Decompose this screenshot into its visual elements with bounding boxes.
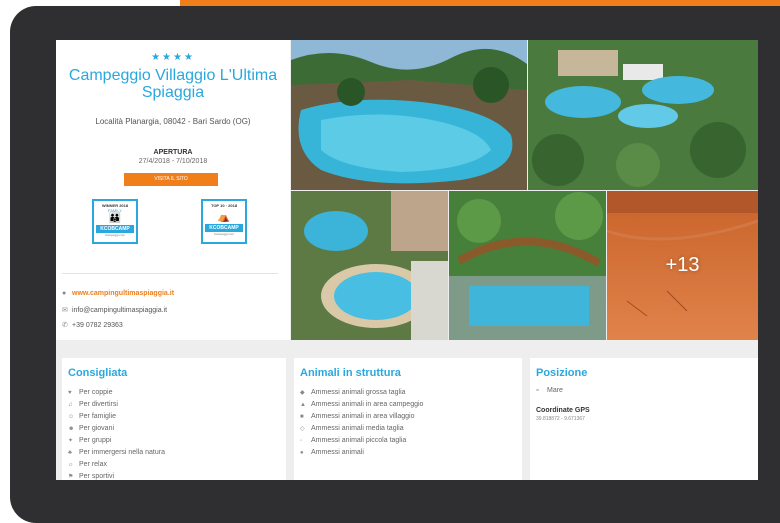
gallery-photo-beach[interactable]: +13 bbox=[607, 191, 758, 340]
badge-brand: KCOBCAMP bbox=[96, 225, 134, 233]
consigliata-card: Consigliata ♥ Per coppie ♫ Per divertirsi … bbox=[62, 358, 286, 480]
sport-icon: ⚑ bbox=[68, 474, 74, 480]
paw-icon: ● bbox=[300, 450, 304, 456]
sea-position: ≈ Mare bbox=[536, 387, 563, 394]
phone-icon: ✆ bbox=[62, 322, 68, 329]
posizione-card: Posizione ≈ Mare Coordinate GPS 39.81887… bbox=[530, 358, 758, 480]
tablet-screen: ★★★★ Campeggio Villaggio L'Ultima Spiagg… bbox=[56, 40, 758, 480]
website-text: www.campingultimaspiaggia.it bbox=[72, 290, 175, 297]
dog-large-icon: ◆ bbox=[300, 390, 305, 396]
visit-site-button[interactable]: VISITA IL SITO bbox=[124, 173, 218, 186]
list-item: ■ Ammessi animali in area villaggio bbox=[300, 411, 423, 423]
family-icon: 👪 bbox=[108, 213, 122, 224]
list-item: ◇ Ammessi animali media taglia bbox=[300, 423, 423, 435]
email-link[interactable]: ✉ info@campingultimaspiaggia.it bbox=[62, 306, 168, 315]
list-item: ⚑ Per sportivi bbox=[68, 471, 165, 480]
list-item: ♣ Per immergersi nella natura bbox=[68, 447, 165, 459]
globe-icon: ● bbox=[62, 290, 67, 297]
consigliata-list: ♥ Per coppie ♫ Per divertirsi ☺ Per famigli… bbox=[68, 387, 165, 480]
consigliata-title: Consigliata bbox=[68, 367, 128, 379]
posizione-title: Posizione bbox=[536, 367, 588, 379]
campsite-address: Località Planargia, 08042 - Bari Sardo (… bbox=[95, 117, 251, 126]
animali-list: ◆ Ammessi animali grossa taglia ▲ Ammessi … bbox=[300, 387, 423, 459]
list-item: ☼ Per relax bbox=[68, 459, 165, 471]
couple-icon: ♥ bbox=[68, 390, 72, 396]
badge-sub-text: Campeggi.com bbox=[104, 233, 126, 237]
campsite-title: Campeggio Villaggio L'Ultima Spiaggia bbox=[68, 67, 278, 101]
badge-top-text: TOP 10 · 2018 bbox=[210, 203, 238, 208]
info-divider bbox=[62, 273, 278, 274]
opening-dates: 27/4/2018 - 7/10/2018 bbox=[138, 158, 208, 165]
award-badge-top10[interactable]: TOP 10 · 2018 ⛺ KCOBCAMP Campeggi.com bbox=[201, 199, 247, 244]
animali-card: Animali in struttura ◆ Ammessi animali gr… bbox=[294, 358, 522, 480]
gps-coordinates: 39.818872 - 9.671367 bbox=[536, 416, 585, 422]
list-item: ☻ Per giovani bbox=[68, 423, 165, 435]
website-link[interactable]: ● www.campingultimaspiaggia.it bbox=[62, 290, 174, 297]
dog-small-icon: ◦ bbox=[300, 438, 303, 444]
animali-title: Animali in struttura bbox=[300, 367, 401, 379]
more-photos-count: +13 bbox=[665, 254, 700, 276]
nature-icon: ♣ bbox=[68, 450, 72, 456]
group-icon: ✦ bbox=[68, 438, 74, 444]
gallery-photo-bridge[interactable] bbox=[449, 191, 606, 340]
party-icon: ♫ bbox=[68, 402, 73, 408]
opening-label: APERTURA bbox=[153, 149, 193, 156]
envelope-icon: ✉ bbox=[62, 307, 68, 314]
phone-text: +39 0782 29363 bbox=[72, 321, 123, 329]
list-item: ◆ Ammessi animali grossa taglia bbox=[300, 387, 423, 399]
list-item: ● Ammessi animali bbox=[300, 447, 423, 459]
award-badge-winner[interactable]: WINNER 2018 FAMILY 👪 KCOBCAMP Campeggi.c… bbox=[92, 199, 138, 244]
dog-medium-icon: ◇ bbox=[300, 426, 305, 432]
house-icon: ■ bbox=[300, 414, 304, 420]
phone-link[interactable]: ✆ +39 0782 29363 bbox=[62, 321, 123, 330]
campsite-info-panel: ★★★★ Campeggio Villaggio L'Ultima Spiagg… bbox=[56, 40, 290, 340]
star-rating: ★★★★ bbox=[151, 52, 195, 63]
wave-icon: ≈ bbox=[536, 387, 540, 394]
badge-brand: KCOBCAMP bbox=[205, 224, 243, 232]
tent-icon: ▲ bbox=[300, 402, 306, 408]
list-item: ◦ Ammessi animali piccola taglia bbox=[300, 435, 423, 447]
list-item: ✦ Per gruppi bbox=[68, 435, 165, 447]
list-item: ▲ Ammessi animali in area campeggio bbox=[300, 399, 423, 411]
relax-icon: ☼ bbox=[68, 462, 74, 468]
gallery-photo-pool-2[interactable] bbox=[291, 191, 448, 340]
young-people-icon: ☻ bbox=[68, 426, 75, 432]
list-item: ♫ Per divertirsi bbox=[68, 399, 165, 411]
family-icon: ☺ bbox=[68, 414, 75, 420]
list-item: ♥ Per coppie bbox=[68, 387, 165, 399]
people-icon: ⛺ bbox=[217, 212, 231, 223]
gallery-photo-aerial-pools[interactable] bbox=[528, 40, 758, 190]
badge-sub-text: Campeggi.com bbox=[213, 232, 235, 236]
gallery-photo-pool-1[interactable] bbox=[291, 40, 527, 190]
gps-label: Coordinate GPS bbox=[536, 407, 590, 414]
list-item: ☺ Per famiglie bbox=[68, 411, 165, 423]
email-text: info@campingultimaspiaggia.it bbox=[72, 306, 168, 314]
